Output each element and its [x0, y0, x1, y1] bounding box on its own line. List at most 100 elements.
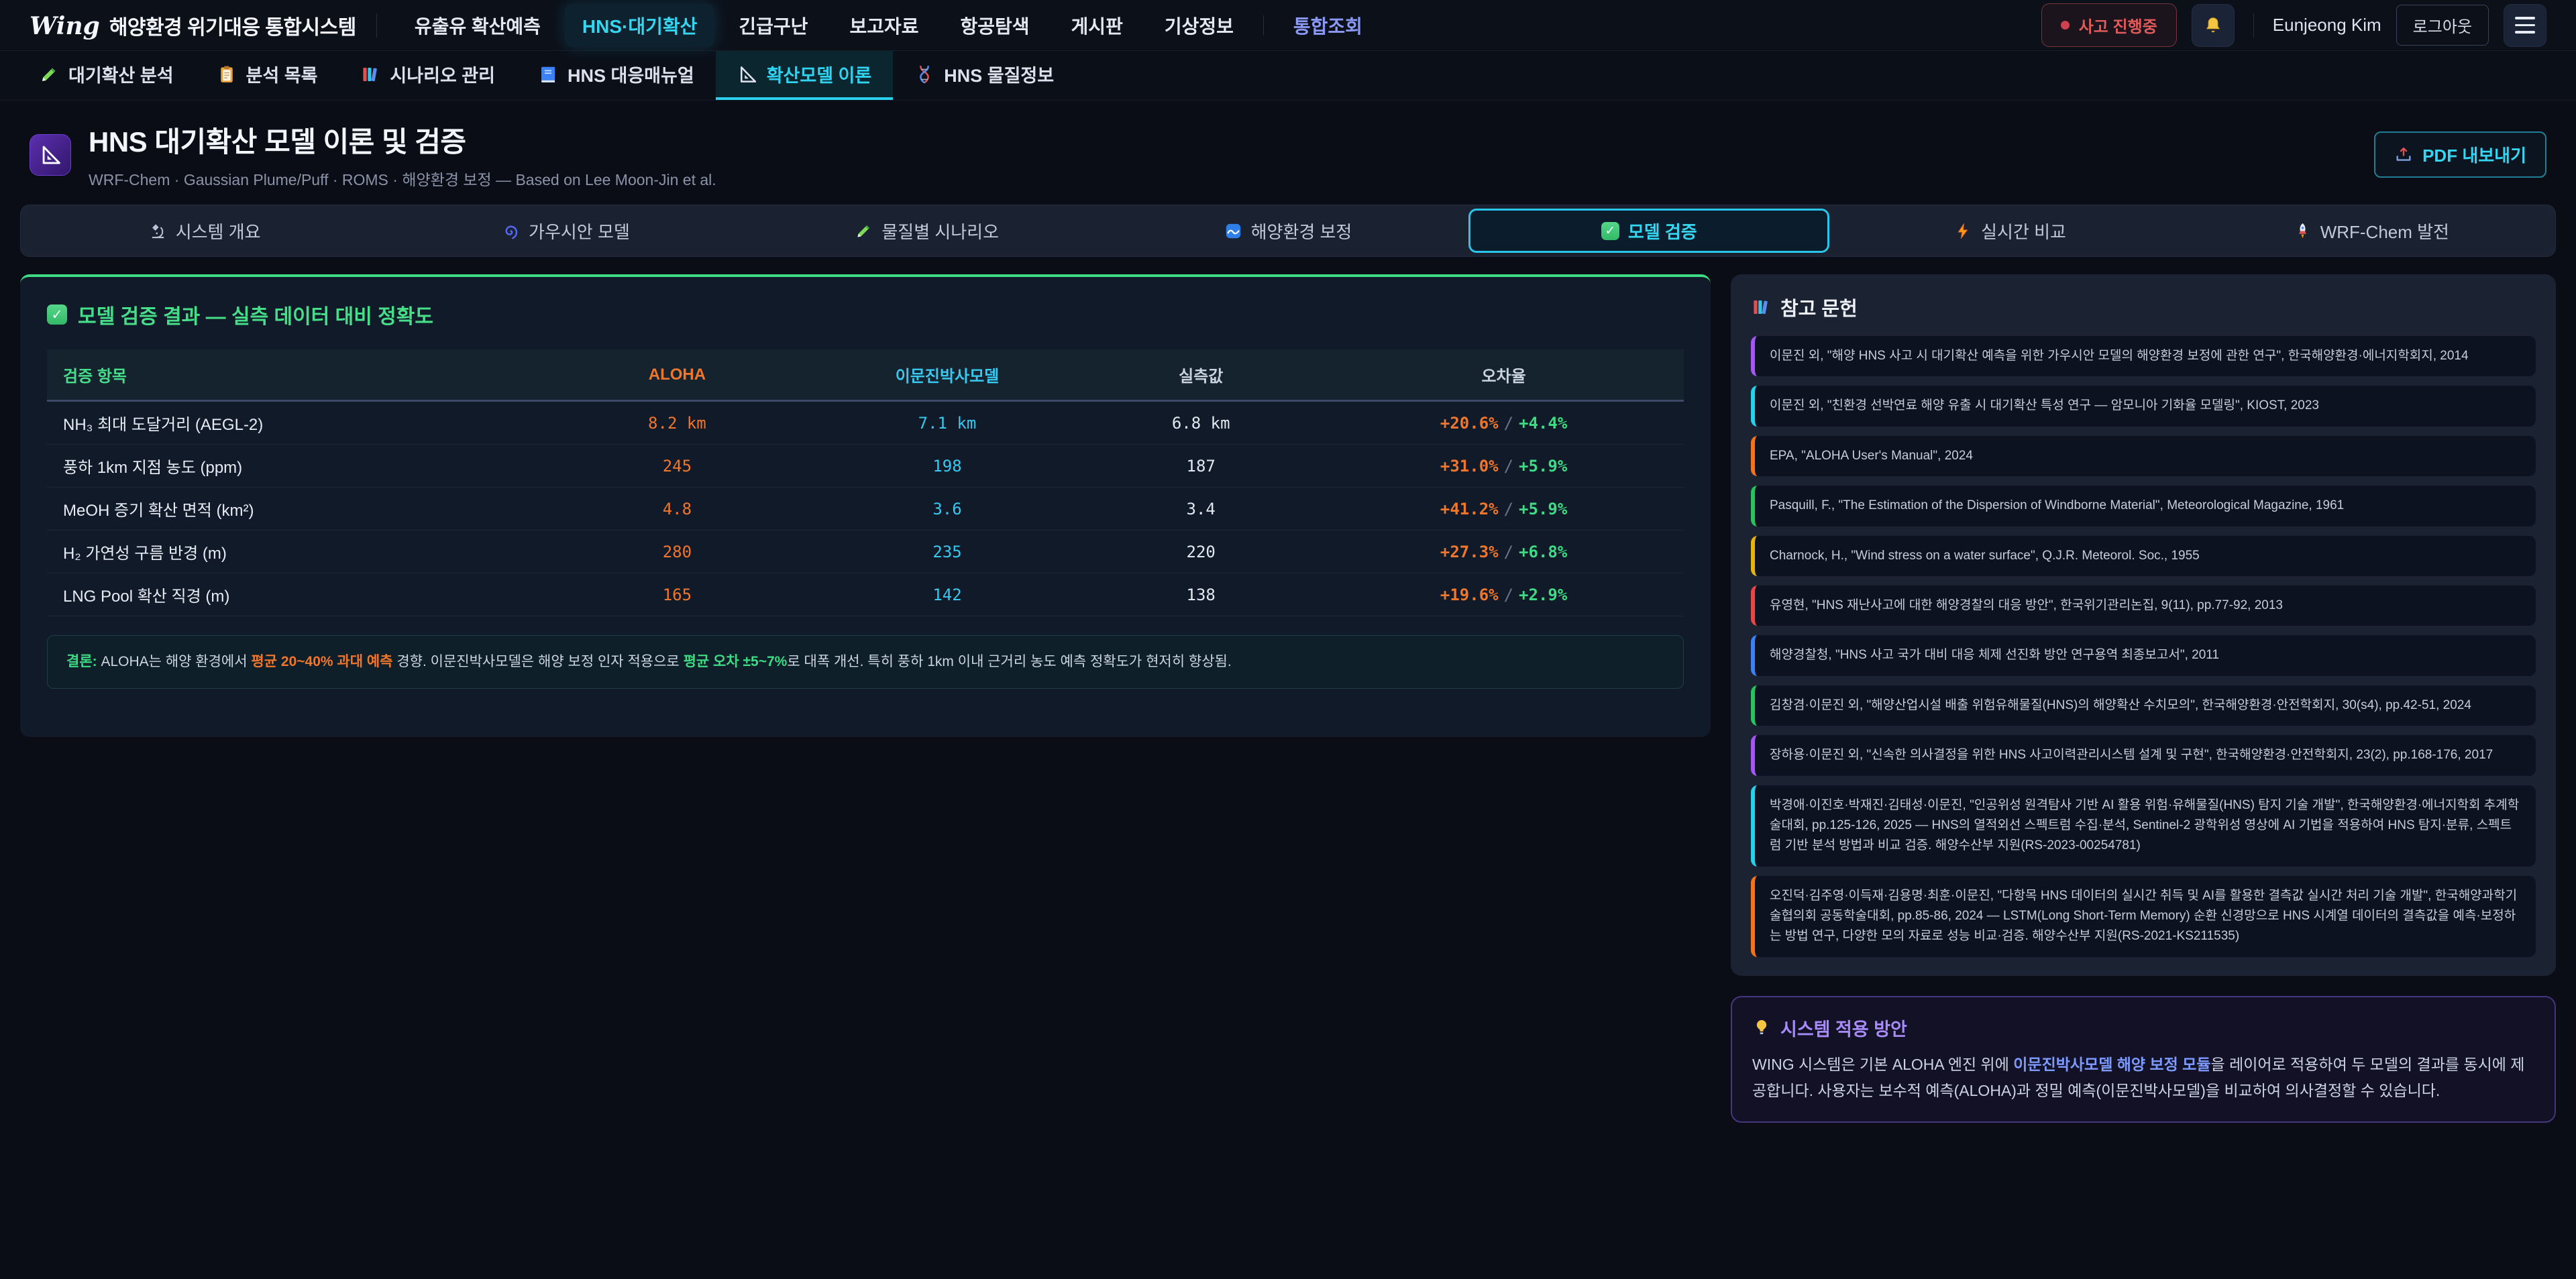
reference-item[interactable]: EPA, "ALOHA User's Manual", 2024 — [1751, 436, 2536, 476]
tab-label: 가우시안 모델 — [529, 219, 630, 243]
subnav-item-analysis-list[interactable]: 분석 목록 — [195, 51, 339, 100]
logout-button[interactable]: 로그아웃 — [2396, 5, 2489, 46]
system-application-title-row: 시스템 적용 방안 — [1752, 1015, 2534, 1041]
nav-item-board[interactable]: 게시판 — [1054, 4, 1140, 47]
col-header-aloha: ALOHA — [538, 349, 816, 401]
table-row: H₂ 가연성 구름 반경 (m) 280 235 220 +27.3%/+6.8… — [47, 531, 1684, 573]
tab-label: 실시간 비교 — [1981, 219, 2066, 243]
logo-wing-icon: Wing — [30, 12, 100, 40]
bulb-icon — [1752, 1018, 1771, 1037]
page-icon — [30, 134, 71, 176]
row-item-label: H₂ 가연성 구름 반경 (m) — [47, 531, 538, 573]
bell-icon — [2203, 15, 2223, 36]
error-value: +19.6%/+2.9% — [1324, 573, 1684, 616]
table-row: LNG Pool 확산 직경 (m) 165 142 138 +19.6%/+2… — [47, 573, 1684, 616]
model-value: 7.1 km — [816, 401, 1078, 445]
tab-realtime-comparison[interactable]: 실시간 비교 — [1829, 209, 2190, 253]
system-application-title: 시스템 적용 방안 — [1780, 1015, 1907, 1041]
check-icon: ✓ — [1601, 222, 1619, 240]
nav-item-emergency[interactable]: 긴급구난 — [721, 4, 825, 47]
subnav-item-scenario-management[interactable]: 시나리오 관리 — [339, 51, 517, 100]
app-logo[interactable]: Wing 해양환경 위기대응 통합시스템 — [30, 11, 356, 40]
reference-item[interactable]: 이문진 외, "친환경 선박연료 해양 유출 시 대기확산 특성 연구 — 암모… — [1751, 386, 2536, 426]
model-value: 142 — [816, 573, 1078, 616]
hamburger-icon — [2515, 17, 2535, 34]
references-title: 참고 문헌 — [1780, 293, 1858, 321]
panel-title: 모델 검증 결과 — 실측 데이터 대비 정확도 — [78, 300, 433, 329]
right-sidebar: 참고 문헌 이문진 외, "해양 HNS 사고 시 대기확산 예측을 위한 가우… — [1731, 274, 2556, 1123]
reference-item[interactable]: 장하용·이문진 외, "신속한 의사결정을 위한 HNS 사고이력관리시스템 설… — [1751, 735, 2536, 775]
app-title: 해양환경 위기대응 통합시스템 — [109, 11, 356, 40]
section-tabs: 시스템 개요 가우시안 모델 물질별 시나리오 해양환경 보정 ✓ 모델 검증 … — [20, 205, 2556, 257]
measured-value: 6.8 km — [1078, 401, 1324, 445]
aloha-value: 165 — [538, 573, 816, 616]
subnav-item-dispersion-analysis[interactable]: 대기확산 분석 — [17, 51, 195, 100]
nav-item-integrated-search[interactable]: 통합조회 — [1276, 4, 1380, 47]
subnav-item-hns-substance-info[interactable]: HNS 물질정보 — [893, 51, 1075, 100]
tab-system-overview[interactable]: 시스템 개요 — [24, 209, 385, 253]
aloha-value: 280 — [538, 531, 816, 573]
reference-item[interactable]: 오진덕·김주영·이득재·김용명·최훈·이문진, "다항목 HNS 데이터의 실시… — [1751, 876, 2536, 957]
clipboard-icon — [217, 64, 237, 85]
pen-icon — [855, 222, 873, 240]
aloha-value: 245 — [538, 445, 816, 488]
reference-item[interactable]: 유영현, "HNS 재난사고에 대한 해양경찰의 대응 방안", 한국위기관리논… — [1751, 586, 2536, 626]
validation-table: 검증 항목 ALOHA 이문진박사모델 실측값 오차율 NH₃ 최대 도달거리 … — [47, 349, 1684, 616]
books-icon — [1751, 297, 1771, 317]
reference-item[interactable]: Charnock, H., "Wind stress on a water su… — [1751, 536, 2536, 576]
row-item-label: 풍하 1km 지점 농도 (ppm) — [47, 445, 538, 488]
reference-item[interactable]: 박경애·이진호·박재진·김태성·이문진, "인공위성 원격탐사 기반 AI 활용… — [1751, 785, 2536, 867]
page-subtitle: WRF-Chem · Gaussian Plume/Puff · ROMS · … — [89, 167, 716, 190]
top-navigation-bar: Wing 해양환경 위기대응 통합시스템 유출유 확산예측 HNS·대기확산 긴… — [0, 0, 2576, 51]
aloha-value: 4.8 — [538, 488, 816, 531]
incident-dot-icon — [2061, 21, 2070, 30]
references-list: 이문진 외, "해양 HNS 사고 시 대기확산 예측을 위한 가우시안 모델의… — [1751, 336, 2536, 957]
wave-icon — [1224, 222, 1242, 240]
subnav-label: 시나리오 관리 — [390, 61, 495, 87]
nav-item-hns-dispersion[interactable]: HNS·대기확산 — [565, 4, 714, 47]
tab-gaussian-model[interactable]: 가우시안 모델 — [385, 209, 746, 253]
tab-substance-scenarios[interactable]: 물질별 시나리오 — [747, 209, 1108, 253]
pdf-export-button[interactable]: PDF 내보내기 — [2374, 131, 2546, 178]
subnav-item-model-theory[interactable]: 확산모델 이론 — [716, 51, 894, 100]
reference-item[interactable]: 이문진 외, "해양 HNS 사고 시 대기확산 예측을 위한 가우시안 모델의… — [1751, 336, 2536, 376]
reference-item[interactable]: Pasquill, F., "The Estimation of the Dis… — [1751, 486, 2536, 526]
system-application-body: WING 시스템은 기본 ALOHA 엔진 위에 이문진박사모델 해양 보정 모… — [1752, 1052, 2534, 1104]
main-menu: 유출유 확산예측 HNS·대기확산 긴급구난 보고자료 항공탐색 게시판 기상정… — [397, 4, 1380, 47]
pen-icon — [39, 64, 59, 85]
measured-value: 187 — [1078, 445, 1324, 488]
dna-icon — [914, 64, 934, 85]
export-icon — [2394, 146, 2413, 164]
subnav-label: 분석 목록 — [246, 61, 318, 87]
references-title-row: 참고 문헌 — [1751, 293, 2536, 321]
nav-item-reports[interactable]: 보고자료 — [832, 4, 936, 47]
menu-button[interactable] — [2504, 4, 2546, 47]
tab-label: 해양환경 보정 — [1251, 219, 1352, 243]
page-title: HNS 대기확산 모델 이론 및 검증 — [89, 119, 716, 160]
col-header-model: 이문진박사모델 — [816, 349, 1078, 401]
tab-model-validation[interactable]: ✓ 모델 검증 — [1468, 209, 1829, 253]
topnav-right-area: 사고 진행중 Eunjeong Kim 로그아웃 — [2041, 3, 2546, 47]
subnav-label: 대기확산 분석 — [68, 61, 174, 87]
model-value: 198 — [816, 445, 1078, 488]
rocket-icon — [2294, 222, 2312, 240]
notifications-button[interactable] — [2192, 4, 2235, 47]
nav-item-oil-spill[interactable]: 유출유 확산예측 — [397, 4, 558, 47]
row-item-label: MeOH 증기 확산 면적 (km²) — [47, 488, 538, 531]
microscope-icon — [149, 222, 167, 240]
nav-item-weather[interactable]: 기상정보 — [1147, 4, 1251, 47]
reference-item[interactable]: 김창겸·이문진 외, "해양산업시설 배출 위험유해물질(HNS)의 해양확산 … — [1751, 685, 2536, 726]
system-application-panel: 시스템 적용 방안 WING 시스템은 기본 ALOHA 엔진 위에 이문진박사… — [1731, 996, 2556, 1123]
tab-wrf-chem-evolution[interactable]: WRF-Chem 발전 — [2191, 209, 2552, 253]
nav-item-aerial-search[interactable]: 항공탐색 — [943, 4, 1047, 47]
measured-value: 3.4 — [1078, 488, 1324, 531]
tab-marine-correction[interactable]: 해양환경 보정 — [1108, 209, 1468, 253]
page-title-block: HNS 대기확산 모델 이론 및 검증 WRF-Chem · Gaussian … — [89, 119, 716, 190]
row-item-label: NH₃ 최대 도달거리 (AEGL-2) — [47, 401, 538, 445]
main-content: ✓ 모델 검증 결과 — 실측 데이터 대비 정확도 검증 항목 ALOHA 이… — [0, 257, 2576, 1123]
subnav-item-hns-manual[interactable]: HNS 대응매뉴얼 — [517, 51, 716, 100]
reference-item[interactable]: 해양경찰청, "HNS 사고 국가 대비 대응 체제 선진화 방안 연구용역 최… — [1751, 635, 2536, 675]
tab-label: WRF-Chem 발전 — [2320, 219, 2449, 243]
table-header-row: 검증 항목 ALOHA 이문진박사모델 실측값 오차율 — [47, 349, 1684, 401]
spiral-icon — [502, 222, 520, 240]
